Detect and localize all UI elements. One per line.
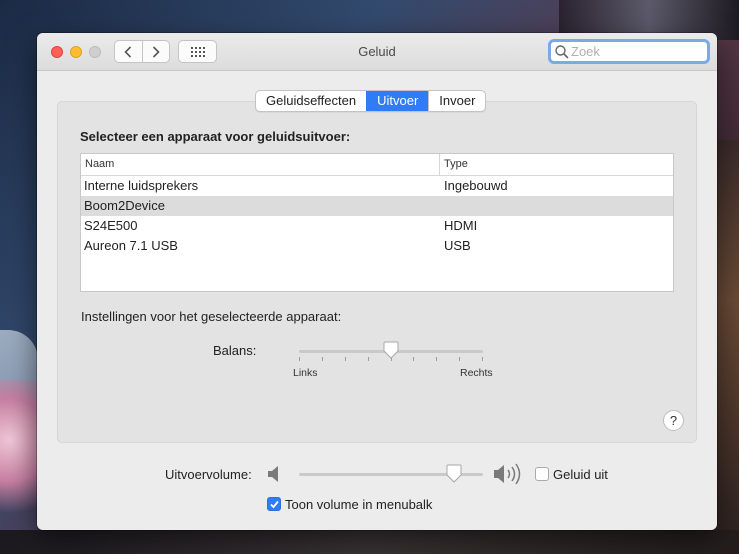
help-button[interactable]: ? bbox=[663, 410, 684, 431]
speaker-low-icon bbox=[268, 466, 278, 482]
table-row[interactable]: S24E500 HDMI bbox=[81, 216, 673, 236]
wallpaper-decoration bbox=[0, 380, 40, 540]
volume-slider-knob[interactable] bbox=[445, 464, 463, 484]
table-row[interactable]: Aureon 7.1 USB USB bbox=[81, 236, 673, 256]
tab-sound-effects[interactable]: Geluidseffecten bbox=[256, 91, 366, 111]
output-device-heading: Selecteer een apparaat voor geluidsuitvo… bbox=[80, 129, 351, 144]
device-name: S24E500 bbox=[84, 218, 138, 233]
tab-output[interactable]: Uitvoer bbox=[366, 91, 429, 111]
balance-slider-knob[interactable] bbox=[382, 341, 400, 360]
device-type bbox=[440, 196, 444, 216]
table-row[interactable]: Boom2Device bbox=[81, 196, 673, 216]
device-type: Ingebouwd bbox=[444, 178, 508, 193]
table-header: Naam Type bbox=[81, 154, 673, 176]
device-name: Boom2Device bbox=[84, 198, 165, 213]
device-type: HDMI bbox=[444, 218, 478, 233]
title-bar: Geluid bbox=[37, 33, 717, 71]
search-field[interactable] bbox=[548, 39, 710, 64]
balance-left-label: Links bbox=[293, 367, 318, 379]
output-volume-label: Uitvoervolume: bbox=[165, 467, 252, 482]
wallpaper-decoration bbox=[0, 530, 739, 554]
table-row[interactable]: Interne luidsprekers Ingebouwd bbox=[81, 176, 673, 196]
search-input[interactable] bbox=[571, 44, 701, 59]
show-volume-in-menubar-checkbox[interactable] bbox=[267, 497, 281, 511]
balance-label: Balans: bbox=[213, 343, 257, 358]
column-header-type[interactable]: Type bbox=[440, 154, 468, 175]
device-name: Aureon 7.1 USB bbox=[84, 238, 178, 253]
search-icon bbox=[555, 44, 569, 59]
device-name: Interne luidsprekers bbox=[84, 178, 199, 193]
device-type: USB bbox=[444, 238, 471, 253]
show-volume-in-menubar-label[interactable]: Toon volume in menubalk bbox=[285, 497, 432, 512]
speaker-high-icon bbox=[494, 463, 521, 485]
balance-right-label: Rechts bbox=[460, 367, 493, 379]
column-header-name[interactable]: Naam bbox=[81, 154, 440, 175]
mute-label[interactable]: Geluid uit bbox=[553, 467, 608, 482]
wallpaper-decoration bbox=[717, 140, 739, 540]
tab-bar: Geluidseffecten Uitvoer Invoer bbox=[255, 90, 487, 112]
mute-checkbox[interactable] bbox=[535, 467, 549, 481]
sound-preferences-window: Geluid Geluidseffecten Uitvoer Invoer Se… bbox=[37, 33, 717, 530]
wallpaper-decoration bbox=[0, 330, 38, 450]
tab-input[interactable]: Invoer bbox=[428, 91, 485, 111]
device-settings-label: Instellingen voor het geselecteerde appa… bbox=[81, 309, 342, 324]
output-device-table[interactable]: Naam Type Interne luidsprekers Ingebouwd… bbox=[80, 153, 674, 292]
checkmark-icon bbox=[270, 500, 279, 509]
